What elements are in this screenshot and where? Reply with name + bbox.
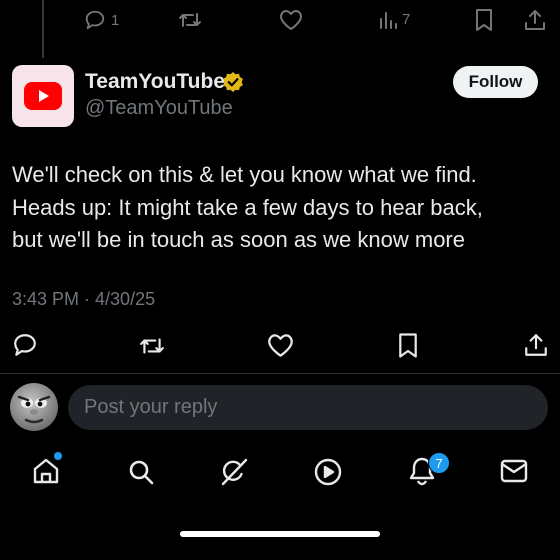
bookmark-icon[interactable]	[397, 332, 419, 359]
youtube-logo	[24, 82, 62, 110]
share-icon[interactable]	[524, 332, 548, 358]
video-icon[interactable]	[313, 457, 343, 487]
reply-icon[interactable]	[84, 9, 106, 31]
tweet-text-line: but we'll be in touch as soon as we know…	[12, 227, 465, 252]
author-display-name[interactable]: TeamYouTube	[85, 70, 225, 94]
like-icon[interactable]	[279, 9, 303, 31]
search-icon[interactable]	[127, 458, 155, 486]
like-icon[interactable]	[267, 333, 294, 358]
retweet-icon[interactable]	[137, 333, 167, 359]
tweet-text-line: Heads up: It might take a few days to he…	[12, 195, 483, 220]
bookmark-icon[interactable]	[474, 8, 494, 32]
bottom-nav	[0, 440, 560, 560]
retweet-icon[interactable]	[177, 8, 203, 32]
tweet-timestamp[interactable]: 3:43 PM · 4/30/25	[12, 289, 155, 310]
home-unread-dot	[54, 452, 62, 460]
thread-line	[42, 0, 44, 58]
divider	[0, 373, 560, 374]
my-avatar[interactable]	[10, 383, 58, 431]
author-handle[interactable]: @TeamYouTube	[85, 97, 233, 120]
messages-icon[interactable]	[500, 459, 528, 483]
verified-badge-icon	[222, 71, 244, 93]
follow-button[interactable]: Follow	[453, 66, 538, 98]
views-icon[interactable]	[378, 10, 398, 30]
notifications-badge: 7	[428, 452, 450, 474]
share-icon[interactable]	[524, 8, 546, 32]
reply-icon[interactable]	[12, 332, 38, 358]
views-count: 7	[402, 11, 411, 28]
home-indicator[interactable]	[180, 531, 380, 537]
author-avatar[interactable]	[12, 65, 74, 127]
reply-count: 1	[111, 12, 120, 29]
reply-input[interactable]	[68, 385, 548, 430]
grok-icon[interactable]	[218, 456, 250, 488]
home-icon[interactable]	[32, 457, 60, 485]
tweet-text-line: We'll check on this & let you know what …	[12, 162, 477, 187]
